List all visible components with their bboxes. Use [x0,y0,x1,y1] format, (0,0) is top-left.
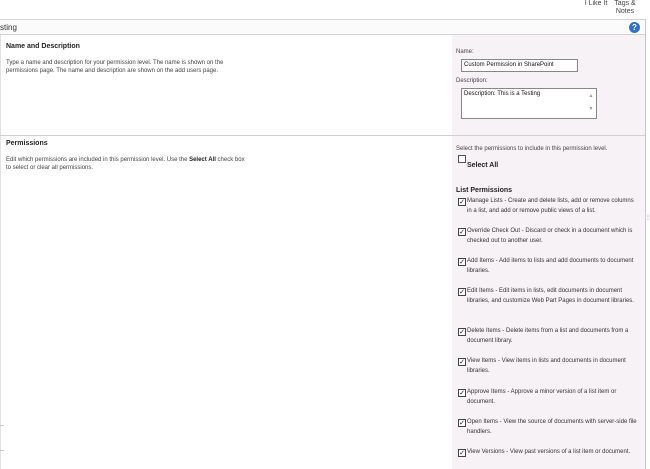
permission-text: View Items - View items in lists and doc… [467,358,626,374]
description-label: Description: [456,78,488,84]
section-divider [0,135,645,136]
permission-checkbox[interactable]: ✓ [458,449,466,457]
permission-checkbox[interactable]: ✓ [458,228,466,236]
name-label: Name: [456,49,474,55]
permissions-section-description: Edit which permissions are included in t… [6,156,246,172]
i-like-it-button[interactable]: I Like It [584,0,608,8]
permission-checkbox[interactable]: ✓ [458,258,466,266]
permission-checkbox[interactable]: ✓ [458,198,466,206]
permissions-desc-text: Edit which permissions are included in t… [6,157,190,163]
permission-text: Add Items - Add items to lists and add d… [467,258,634,274]
tags-notes-button[interactable]: Tags & Notes [612,0,638,16]
permission-checkbox[interactable]: ✓ [458,419,466,427]
list-permissions-heading: List Permissions [456,187,513,194]
permission-text: Approve Items - Approve a minor version … [467,389,617,405]
ribbon: I Like It Tags & Notes [0,0,650,19]
resize-handle-icon[interactable]: ⋮ [645,214,650,221]
permission-checkbox[interactable]: ✓ [458,358,466,366]
permission-text: Manage Lists - Create and delete lists, … [467,198,634,214]
row-tick [0,450,4,451]
select-all-checkbox[interactable] [458,155,466,163]
name-section-title: Name and Description [6,43,80,50]
description-field[interactable]: Description: This is a Testing ▲ ▼ [461,88,597,119]
name-section-description: Type a name and description for your per… [6,60,224,74]
permissions-desc-bold: Select All [189,157,216,163]
row-tick [0,425,4,426]
permissions-intro: Select the permissions to include in thi… [456,146,608,152]
page-titlebar: sting ? [0,19,645,35]
left-border [0,35,1,469]
permission-text: View Versions - View past versions of a … [467,449,631,455]
permission-checkbox[interactable]: ✓ [458,328,466,336]
permission-text: Open Items - View the source of document… [467,419,637,435]
help-icon[interactable]: ? [629,22,640,33]
scroll-up-icon[interactable]: ▲ [587,90,595,103]
permissions-section-title: Permissions [6,140,48,147]
permission-text: Edit Items - Edit items in lists, edit d… [467,288,634,304]
permission-checkbox[interactable]: ✓ [458,389,466,397]
select-all-label: Select All [467,162,499,169]
permission-checkbox[interactable]: ✓ [458,288,466,296]
page-title: sting [0,23,17,32]
name-field[interactable]: Custom Permission in SharePoint [461,59,578,72]
permission-text: Delete Items - Delete items from a list … [467,328,629,344]
description-scrollbar[interactable]: ▲ ▼ [587,90,595,117]
permission-text: Override Check Out - Discard or check in… [467,228,633,244]
right-border [645,19,646,469]
description-value: Description: This is a Testing [464,91,541,97]
scroll-down-icon[interactable]: ▼ [587,103,595,116]
